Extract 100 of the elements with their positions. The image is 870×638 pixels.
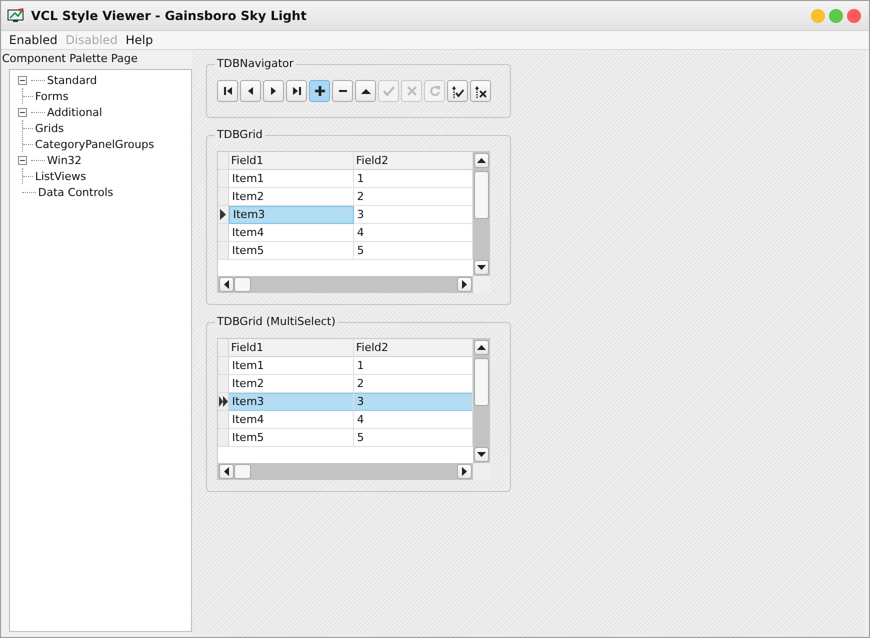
tree-item[interactable]: Forms: [35, 90, 68, 102]
right-triangle-icon: [271, 87, 276, 95]
indicator-cell: [218, 242, 229, 260]
next-button[interactable]: [263, 80, 284, 102]
data-grid[interactable]: Field1 Field2 Item1 1 Item2 2 Item3 3 Item4 4 Item5 5: [217, 151, 473, 276]
monitor-icon: [7, 8, 25, 24]
grid-row[interactable]: Item3 3: [218, 393, 473, 411]
table-cell: Item3: [229, 393, 354, 411]
tree-item[interactable]: ListViews: [35, 170, 86, 182]
scroll-left-button[interactable]: [219, 464, 234, 479]
grid-row[interactable]: Item4 4: [218, 224, 473, 242]
scrollbar-thumb[interactable]: [474, 358, 489, 406]
grid-row[interactable]: Item5 5: [218, 242, 473, 260]
tree-item[interactable]: Grids: [35, 122, 64, 134]
vertical-scrollbar[interactable]: [473, 338, 490, 463]
scroll-down-button[interactable]: [474, 260, 489, 275]
up-arrow-icon: [477, 158, 486, 164]
edit-button[interactable]: [355, 80, 376, 102]
indicator-cell: [218, 170, 229, 188]
grid-row[interactable]: Item4 4: [218, 411, 473, 429]
table-cell: 3: [354, 393, 473, 411]
down-arrow-icon: [477, 452, 486, 458]
refresh-icon: [428, 85, 440, 97]
tree-item[interactable]: Data Controls: [38, 186, 114, 198]
group-title: TDBGrid: [215, 128, 265, 142]
table-cell: Item4: [229, 224, 354, 242]
plus-icon: [314, 86, 324, 96]
tree-item[interactable]: Additional: [47, 106, 102, 118]
arrow-icon: [220, 209, 226, 220]
cancel-updates-button[interactable]: [470, 80, 491, 102]
vertical-scrollbar[interactable]: [473, 151, 490, 276]
window-control-button[interactable]: [847, 8, 861, 22]
table-cell: Item3: [229, 206, 354, 224]
tree-item[interactable]: CategoryPanelGroups: [35, 138, 154, 150]
arrow-checkmark-icon: [451, 84, 464, 98]
table-cell: Item5: [229, 429, 354, 447]
scrollbar-thumb[interactable]: [234, 464, 251, 479]
table-cell: Item5: [229, 242, 354, 260]
column-header[interactable]: Field1: [229, 339, 354, 357]
scroll-left-button[interactable]: [219, 277, 234, 292]
indicator-cell: [218, 188, 229, 206]
indicator-cell: [218, 152, 229, 170]
group-title: TDBNavigator: [215, 57, 296, 71]
collapse-icon[interactable]: [18, 108, 27, 116]
arrow-cross-icon: [474, 84, 487, 98]
menu-item[interactable]: Help: [122, 33, 157, 47]
column-header[interactable]: Field1: [229, 152, 354, 170]
table-cell: Item1: [229, 357, 354, 375]
cross-icon: [406, 86, 416, 96]
right-arrow-icon: [462, 467, 468, 476]
left-arrow-icon: [224, 467, 230, 476]
horizontal-scrollbar[interactable]: [217, 276, 473, 293]
data-grid[interactable]: Field1 Field2 Item1 1 Item2 2 Item3 3 Item4 4 Item5 5: [217, 338, 473, 463]
tree-item[interactable]: Win32: [47, 154, 82, 166]
double-arrow-icon: [218, 396, 228, 407]
left-triangle-icon: [248, 87, 253, 95]
scroll-up-button[interactable]: [474, 340, 489, 355]
grid-row[interactable]: Item5 5: [218, 429, 473, 447]
table-cell: Item4: [229, 411, 354, 429]
scrollbar-thumb[interactable]: [234, 277, 251, 292]
scrollbar-corner: [473, 463, 490, 480]
panel-label: Component Palette Page: [2, 51, 139, 67]
grid-row[interactable]: Item3 3: [218, 206, 473, 224]
insert-button[interactable]: [309, 80, 330, 102]
indicator-cell: [218, 357, 229, 375]
apply-button[interactable]: [447, 80, 468, 102]
up-arrow-icon: [477, 344, 486, 350]
first-button[interactable]: [217, 80, 238, 102]
indicator-cell: [218, 224, 229, 242]
last-button[interactable]: [286, 80, 307, 102]
window-title: VCL Style Viewer - Gainsboro Sky Light: [31, 8, 308, 23]
indicator-cell: [218, 339, 229, 357]
scrollbar-thumb[interactable]: [474, 171, 489, 219]
indicator-cell: [218, 429, 229, 447]
scroll-up-button[interactable]: [474, 153, 489, 168]
menu-item[interactable]: Enabled: [5, 33, 62, 47]
scrollbar-corner: [473, 276, 490, 293]
left-arrow-icon: [224, 280, 230, 289]
column-header[interactable]: Field2: [354, 152, 473, 170]
grid-row[interactable]: Item1 1: [218, 357, 473, 375]
delete-button[interactable]: [332, 80, 353, 102]
grid-row[interactable]: Item1 1: [218, 170, 473, 188]
collapse-icon[interactable]: [18, 76, 27, 84]
column-header[interactable]: Field2: [354, 339, 473, 357]
horizontal-scrollbar[interactable]: [217, 463, 473, 480]
tree-item[interactable]: Standard: [47, 74, 98, 86]
down-arrow-icon: [477, 264, 486, 270]
group-title: TDBGrid (MultiSelect): [215, 315, 338, 329]
table-cell: Item1: [229, 170, 354, 188]
collapse-icon[interactable]: [18, 156, 27, 164]
up-triangle-icon: [360, 88, 370, 94]
scroll-down-button[interactable]: [474, 447, 489, 462]
scroll-right-button[interactable]: [457, 464, 472, 479]
checkmark-icon: [382, 86, 394, 96]
indicator-cell: [218, 411, 229, 429]
skip-end-icon: [292, 87, 300, 95]
minus-icon: [338, 90, 346, 92]
prior-button[interactable]: [240, 80, 261, 102]
scroll-right-button[interactable]: [457, 277, 472, 292]
indicator-cell: [218, 375, 229, 393]
